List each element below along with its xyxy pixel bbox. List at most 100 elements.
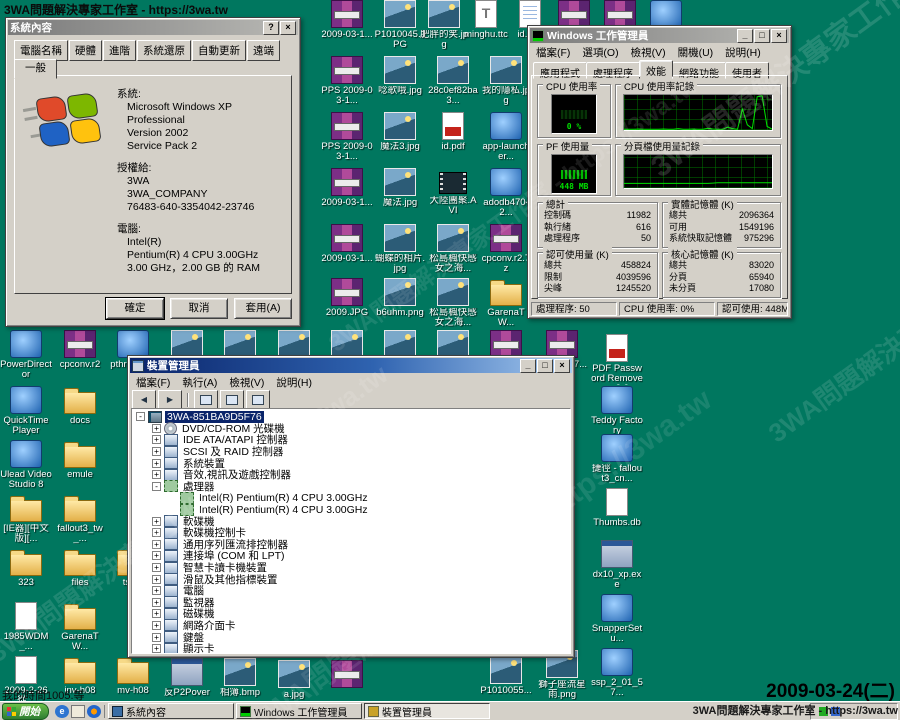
- print-button[interactable]: [246, 390, 270, 409]
- desktop-icon[interactable]: id.pdf: [427, 112, 479, 152]
- desktop-icon[interactable]: 28c0ef82ba3...: [427, 56, 479, 106]
- desktop-icon[interactable]: a.jpg: [268, 660, 320, 700]
- back-button[interactable]: ◀: [132, 390, 156, 409]
- desktop-icon[interactable]: 松島楓快感女之海...: [427, 224, 479, 274]
- desktop-icon[interactable]: 323: [0, 548, 52, 588]
- desktop-icon[interactable]: [IE器][中文版][...: [0, 494, 52, 544]
- desktop-icon[interactable]: GarenaTW...: [480, 278, 532, 328]
- desktop-icon[interactable]: 我的隱私.jpg: [480, 56, 532, 106]
- expand-plus-icon[interactable]: +: [152, 586, 161, 595]
- expand-plus-icon[interactable]: +: [152, 447, 161, 456]
- desktop-icon[interactable]: 捷徑 - fallout3_cn...: [591, 434, 643, 484]
- desktop-icon[interactable]: PPS 2009-03-1...: [321, 56, 373, 106]
- desktop-icon[interactable]: 相簿.bmp: [214, 658, 266, 698]
- desktop-icon[interactable]: QuickTime Player: [0, 386, 52, 436]
- expand-plus-icon[interactable]: +: [152, 517, 161, 526]
- tree-item[interactable]: +顯示卡: [134, 643, 570, 654]
- tab-hardware[interactable]: 硬體: [69, 40, 102, 61]
- expand-plus-icon[interactable]: +: [152, 598, 161, 607]
- desktop-icon[interactable]: PPS 2009-03-1...: [321, 112, 373, 162]
- maximize-button[interactable]: □: [754, 29, 770, 43]
- start-button[interactable]: 開始: [2, 703, 49, 720]
- desktop-icon[interactable]: P1010055...: [480, 656, 532, 696]
- close-button[interactable]: ×: [554, 359, 570, 373]
- desktop-icon[interactable]: Thumbs.db: [591, 488, 643, 528]
- menu-help[interactable]: 說明(H): [270, 375, 318, 390]
- desktop-icon[interactable]: SnapperSetu...: [591, 594, 643, 644]
- device-manager-titlebar[interactable]: 裝置管理員 _ □ ×: [130, 358, 572, 373]
- ok-button[interactable]: 確定: [106, 298, 164, 319]
- desktop-icon[interactable]: ssp_2_01_57...: [591, 648, 643, 698]
- tab-advanced[interactable]: 進階: [103, 40, 136, 61]
- minimize-button[interactable]: _: [520, 359, 536, 373]
- tab-remote[interactable]: 遠端: [247, 40, 280, 61]
- desktop-icon[interactable]: emule: [54, 440, 106, 480]
- show-console-tree-button[interactable]: [194, 390, 218, 409]
- tab-general[interactable]: 一般: [14, 59, 57, 79]
- desktop-icon[interactable]: 2009-03-1...: [321, 168, 373, 208]
- expand-plus-icon[interactable]: +: [152, 528, 161, 537]
- desktop-icon[interactable]: cpconv.r2.7z: [480, 224, 532, 274]
- desktop-icon[interactable]: 反P2Pover: [161, 658, 213, 698]
- close-button[interactable]: ×: [280, 21, 296, 35]
- menu-view[interactable]: 檢視(V): [625, 45, 672, 60]
- desktop-icon[interactable]: adodb470-2...: [480, 168, 532, 218]
- expand-plus-icon[interactable]: +: [152, 609, 161, 618]
- desktop-icon[interactable]: fallout3_tw_...: [54, 494, 106, 544]
- expand-plus-icon[interactable]: +: [152, 644, 161, 653]
- desktop-icon[interactable]: 魔法.jpg: [374, 168, 426, 208]
- desktop-icon[interactable]: 2009.JPG: [321, 278, 373, 318]
- desktop-icon[interactable]: files: [54, 548, 106, 588]
- menu-shutdown[interactable]: 關機(U): [672, 45, 720, 60]
- collapse-minus-icon[interactable]: -: [136, 412, 145, 421]
- expand-plus-icon[interactable]: +: [152, 633, 161, 642]
- expand-plus-icon[interactable]: +: [152, 575, 161, 584]
- menu-view[interactable]: 檢視(V): [223, 375, 270, 390]
- taskbar-task-task-manager[interactable]: Windows 工作管理員: [236, 703, 362, 719]
- menu-help[interactable]: 說明(H): [719, 45, 767, 60]
- quick-launch-ie-icon[interactable]: e: [55, 705, 69, 718]
- desktop-icon[interactable]: PowerDirector: [0, 330, 52, 380]
- desktop-icon[interactable]: [321, 660, 373, 690]
- maximize-button[interactable]: □: [537, 359, 553, 373]
- expand-plus-icon[interactable]: +: [152, 563, 161, 572]
- minimize-button[interactable]: _: [737, 29, 753, 43]
- desktop-icon[interactable]: 蝴蝶的相片.jpg: [374, 224, 426, 274]
- expand-plus-icon[interactable]: +: [152, 470, 161, 479]
- cancel-button[interactable]: 取消: [170, 298, 228, 319]
- menu-file[interactable]: 檔案(F): [130, 375, 176, 390]
- desktop-icon[interactable]: 魔法3.jpg: [374, 112, 426, 152]
- tree-item[interactable]: Intel(R) Pentium(R) 4 CPU 3.00GHz: [134, 492, 570, 504]
- desktop-icon[interactable]: 大陸團聚.AVI: [427, 168, 479, 216]
- taskbar-task-system-properties[interactable]: 系統內容: [108, 703, 234, 719]
- desktop-icon[interactable]: b6uhm.png: [374, 278, 426, 318]
- desktop-icon[interactable]: Teddy Factory: [591, 386, 643, 436]
- properties-button[interactable]: [220, 390, 244, 409]
- desktop-icon[interactable]: GarenaTW...: [54, 602, 106, 652]
- collapse-minus-icon[interactable]: -: [152, 482, 161, 491]
- menu-action[interactable]: 執行(A): [176, 375, 223, 390]
- menu-options[interactable]: 選項(O): [576, 45, 624, 60]
- desktop-icon[interactable]: 1985WDM_...: [0, 602, 52, 652]
- tree-item[interactable]: -處理器: [134, 481, 570, 493]
- desktop-icon[interactable]: mv-h08: [107, 656, 159, 696]
- expand-plus-icon[interactable]: +: [152, 435, 161, 444]
- taskbar-task-device-manager[interactable]: 裝置管理員: [364, 703, 490, 719]
- desktop-icon[interactable]: docs: [54, 386, 106, 426]
- expand-plus-icon[interactable]: +: [152, 621, 161, 630]
- desktop-icon[interactable]: 唸歌哦.jpg: [374, 56, 426, 96]
- close-button[interactable]: ×: [771, 29, 787, 43]
- task-manager-titlebar[interactable]: Windows 工作管理員 _ □ ×: [530, 28, 789, 43]
- tab-performance[interactable]: 效能: [639, 60, 673, 77]
- expand-plus-icon[interactable]: +: [152, 424, 161, 433]
- tab-auto-update[interactable]: 自動更新: [192, 40, 246, 61]
- desktop-icon[interactable]: 松島楓快感女之海...: [427, 278, 479, 328]
- desktop-icon[interactable]: app-launcher...: [480, 112, 532, 162]
- apply-button[interactable]: 套用(A): [234, 298, 292, 319]
- desktop-icon[interactable]: PDF Password Remover v2.2: [591, 334, 643, 385]
- quick-launch-show-desktop-icon[interactable]: [71, 705, 85, 718]
- help-button[interactable]: ?: [263, 21, 279, 35]
- expand-plus-icon[interactable]: +: [152, 540, 161, 549]
- desktop-icon[interactable]: cpconv.r2: [54, 330, 106, 370]
- quick-launch-media-player-icon[interactable]: [87, 705, 101, 718]
